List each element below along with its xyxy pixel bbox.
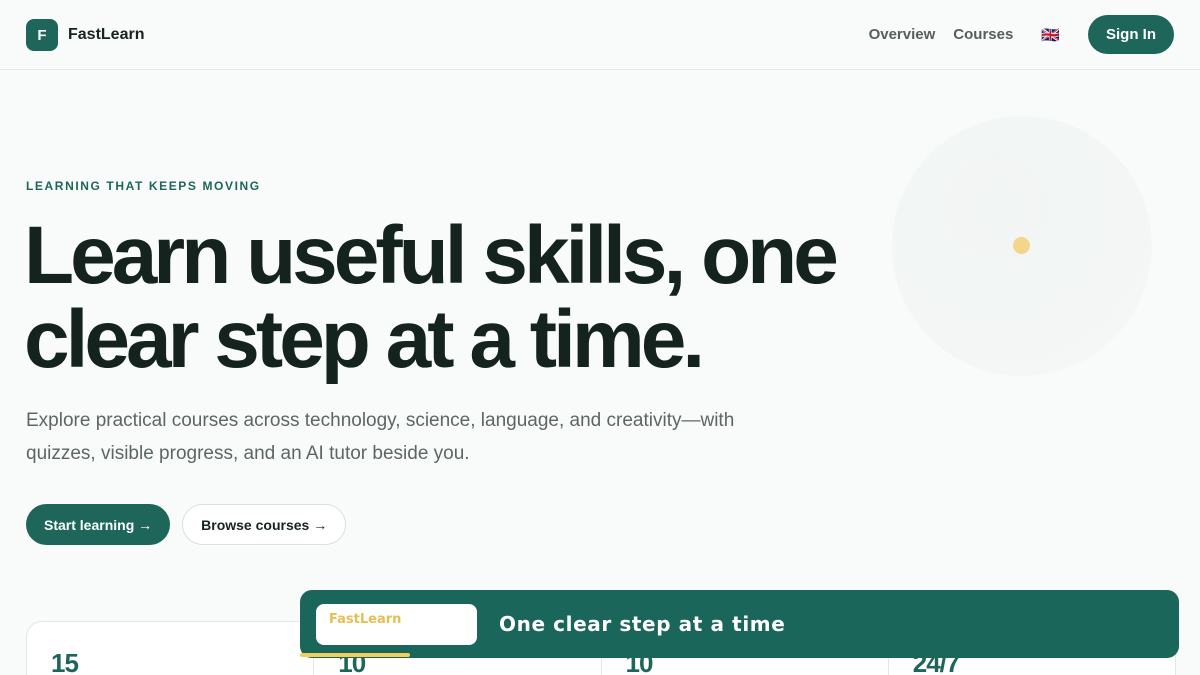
top-navigation-bar: F FastLearn Overview Courses 🇬🇧 Sign In bbox=[0, 0, 1200, 70]
stat-card: 15 bbox=[27, 622, 315, 675]
nav-link-overview[interactable]: Overview bbox=[869, 26, 936, 43]
decorative-dot bbox=[1013, 237, 1030, 254]
nav-link-courses[interactable]: Courses bbox=[953, 26, 1013, 43]
banner-tagline: One clear step at a time bbox=[499, 612, 786, 636]
brand-name: FastLearn bbox=[68, 26, 145, 43]
main-nav: Overview Courses 🇬🇧 Sign In bbox=[869, 15, 1174, 54]
banner-progress-underline bbox=[300, 653, 410, 657]
sign-in-button[interactable]: Sign In bbox=[1088, 15, 1174, 54]
promo-banner: FastLearn One clear step at a time bbox=[300, 590, 1179, 658]
hero-subtext: Explore practical courses across technol… bbox=[26, 410, 735, 464]
hero-headline: Learn useful skills, one clear step at a… bbox=[24, 210, 839, 385]
stat-value: 15 bbox=[51, 648, 79, 675]
browse-courses-button[interactable]: Browse courses → bbox=[182, 504, 347, 545]
hero-kicker: LEARNING THAT KEEPS MOVING bbox=[26, 179, 261, 193]
brand-logo[interactable]: F FastLearn bbox=[26, 19, 144, 51]
banner-logo: FastLearn bbox=[316, 603, 477, 645]
start-learning-button[interactable]: Start learning → bbox=[26, 504, 171, 545]
brand-mark-icon: F bbox=[26, 19, 58, 51]
uk-flag-icon[interactable]: 🇬🇧 bbox=[1041, 26, 1060, 44]
cta-row: Start learning → Browse courses → bbox=[26, 504, 347, 545]
